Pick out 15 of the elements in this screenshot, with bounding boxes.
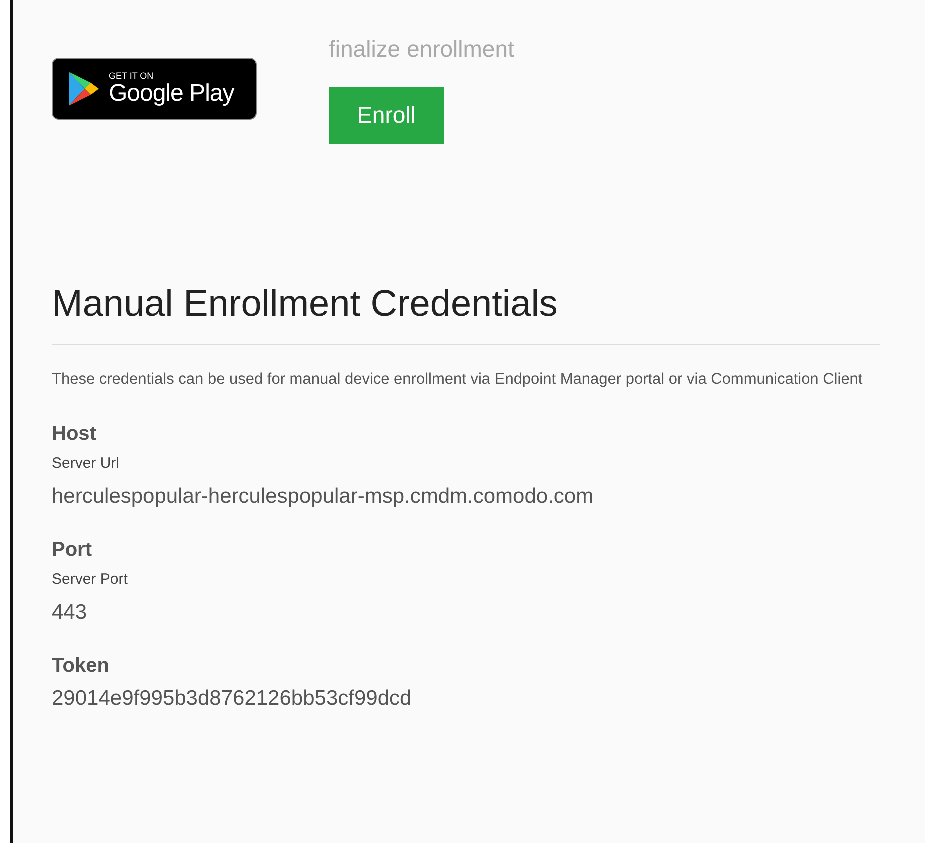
play-triangle-icon xyxy=(67,70,101,108)
field-label: Server Port xyxy=(52,570,128,590)
field-heading: Token xyxy=(52,654,110,679)
instruction-text: finalize enrollment xyxy=(329,36,514,63)
field-heading: Port xyxy=(52,538,92,563)
field-value: 443 xyxy=(52,600,88,626)
google-play-badge[interactable]: GET IT ON Google Play xyxy=(52,58,257,120)
field-value: herculespopular-herculespopular-msp.cmdm.comodo.com xyxy=(52,484,594,510)
badge-store-name: Google Play xyxy=(109,81,234,107)
section-heading: Manual Enrollment Credentials xyxy=(52,282,559,326)
field-value: 29014e9f995b3d8762126bb53cf99dcd xyxy=(52,686,412,712)
description-text: These credentials can be used for manual device enrollment via Endpoint Manager portal or via Communication Client xyxy=(52,370,864,390)
badge-small-text: GET IT ON xyxy=(109,71,155,81)
field-heading: Host xyxy=(52,422,96,447)
field-label: Server Url xyxy=(52,454,120,474)
